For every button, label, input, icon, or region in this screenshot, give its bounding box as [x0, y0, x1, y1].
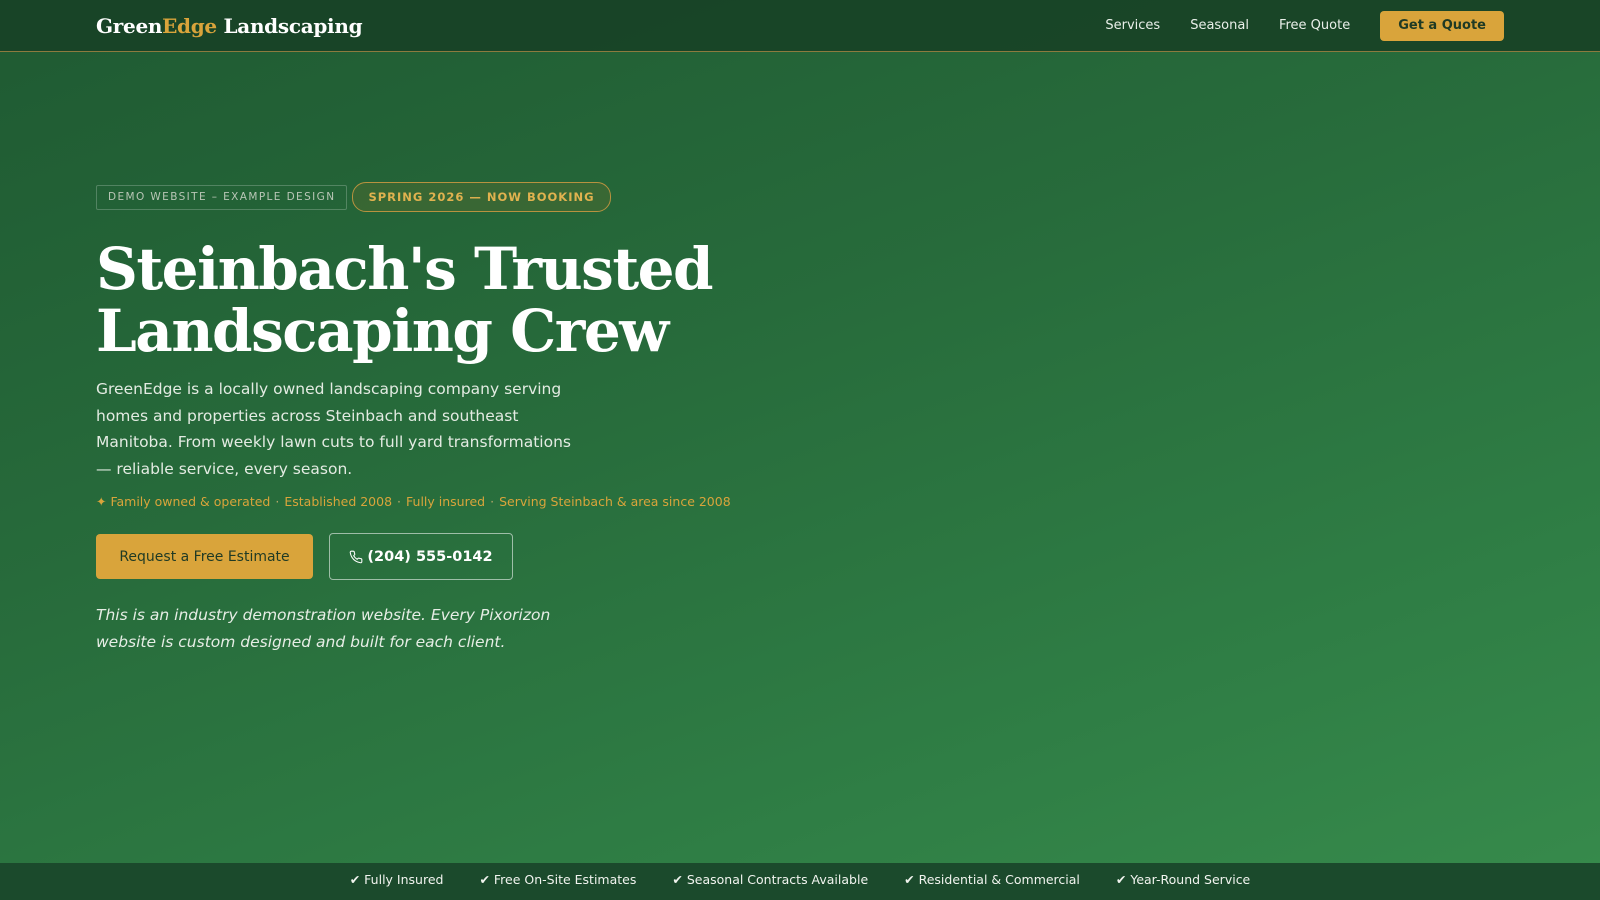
headline-line-2: Landscaping Crew [96, 297, 669, 365]
feature-residential-commercial: ✔ Residential & Commercial [904, 872, 1080, 887]
fact-separator: · [397, 494, 402, 509]
hero-badges: Demo Website – Example Design SPRING 202… [96, 182, 816, 212]
hero-headline: Steinbach's Trusted Landscaping Crew [96, 238, 796, 362]
feature-seasonal-contracts: ✔ Seasonal Contracts Available [672, 872, 869, 887]
hero-cta-group: Request a Free Estimate (204) 555-0142 [96, 533, 816, 580]
demo-website-badge: Demo Website – Example Design [96, 184, 348, 210]
fact-established: Established 2008 [284, 494, 393, 509]
features-strip: ✔ Fully Insured ✔ Free On-Site Estimates… [0, 863, 1600, 900]
headline-line-1: Steinbach's Trusted [96, 235, 714, 303]
nav-link-services[interactable]: Services [1105, 18, 1160, 33]
request-estimate-button[interactable]: Request a Free Estimate [96, 534, 313, 579]
logo-text-green: Green [96, 13, 163, 38]
phone-number-label: (204) 555-0142 [367, 548, 493, 565]
feature-fully-insured: ✔ Fully Insured [349, 872, 444, 887]
logo-text-landscaping: Landscaping [216, 13, 363, 38]
nav-link-seasonal[interactable]: Seasonal [1190, 18, 1249, 33]
demo-disclaimer: This is an industry demonstration websit… [96, 606, 551, 651]
fact-family-owned: ✦ Family owned & operated [96, 494, 271, 509]
hero-intro-text: GreenEdge is a locally owned landscaping… [96, 380, 571, 478]
site-logo[interactable]: GreenEdge Landscaping [96, 13, 363, 38]
feature-year-round: ✔ Year-Round Service [1115, 872, 1251, 887]
top-navbar: GreenEdge Landscaping Services Seasonal … [0, 0, 1600, 52]
nav-link-free-quote[interactable]: Free Quote [1279, 18, 1350, 33]
fact-separator: · [490, 494, 495, 509]
fact-insured: Fully insured [406, 494, 486, 509]
phone-call-button[interactable]: (204) 555-0142 [329, 533, 513, 580]
spring-booking-badge: SPRING 2026 — NOW BOOKING [352, 182, 611, 212]
hero-section: Demo Website – Example Design SPRING 202… [96, 182, 816, 655]
logo-text-edge: Edge [162, 13, 217, 38]
phone-icon [349, 550, 363, 564]
trust-facts: ✦ Family owned & operated · Established 20… [96, 494, 816, 509]
feature-free-estimates: ✔ Free On-Site Estimates [479, 872, 637, 887]
nav-links: Services Seasonal Free Quote Get a Quote [1105, 10, 1504, 41]
fact-separator: · [275, 494, 280, 509]
fact-serving-area: Serving Steinbach & area since 2008 [499, 494, 731, 509]
get-a-quote-button[interactable]: Get a Quote [1380, 10, 1504, 41]
